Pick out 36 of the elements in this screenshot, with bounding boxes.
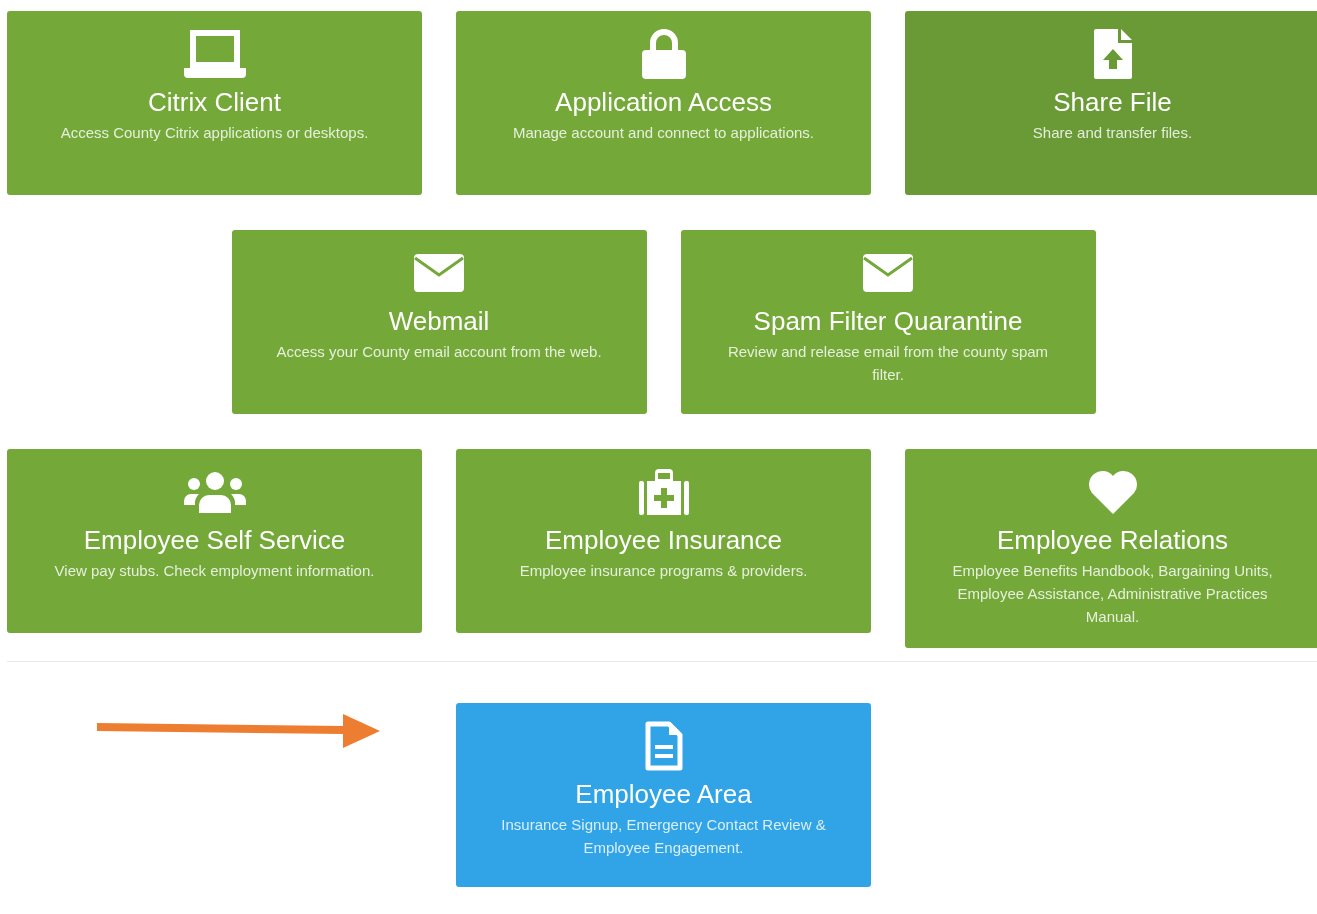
app-tile[interactable]: Employee Self Service View pay stubs. Check employment information. — [7, 449, 422, 633]
tile-description: Access County Citrix applications or desktops. — [60, 123, 369, 143]
tile-description: Review and release email from the county spam filter. — [726, 342, 1050, 385]
tile-title: Employee Area — [575, 778, 752, 810]
tile-description: Employee insurance programs & providers. — [519, 561, 808, 581]
app-tile[interactable]: Employee Insurance Employee insurance programs & providers. — [456, 449, 871, 633]
app-tile[interactable]: Application Access Manage account and connect to applications. — [456, 11, 871, 195]
app-tile[interactable]: Citrix Client Access County Citrix applications or desktops. — [7, 11, 422, 195]
lock-icon — [641, 29, 686, 79]
users-icon — [183, 471, 246, 513]
tile-description: Share and transfer files. — [1032, 123, 1193, 143]
tile-description: Insurance Signup, Emergency Contact Review & Employee Engagement. — [500, 815, 827, 858]
tile-description: View pay stubs. Check employment information. — [54, 561, 375, 581]
tile-description: Employee Benefits Handbook, Bargaining Units, Employee Assistance, Administrative Practices Manual. — [951, 561, 1274, 627]
tile-title: Application Access — [555, 86, 772, 118]
document-icon — [644, 721, 683, 771]
envelope-icon — [414, 254, 464, 292]
laptop-icon — [183, 29, 246, 79]
heart-icon — [1087, 470, 1138, 514]
tile-description: Access your County email account from the web. — [276, 342, 602, 362]
file-upload-icon — [1093, 29, 1132, 79]
app-tile[interactable]: Spam Filter Quarantine Review and release email from the county spam filter. — [680, 230, 1096, 414]
app-tile[interactable]: Share File Share and transfer files. — [905, 11, 1317, 195]
tile-title: Employee Relations — [996, 524, 1229, 556]
app-tile[interactable]: Webmail Access your County email account from the web. — [231, 230, 647, 414]
app-tile[interactable]: Employee Area Insurance Signup, Emergency Contact Review & Employee Engagement. — [456, 703, 871, 887]
app-tile[interactable]: Employee Relations Employee Benefits Handbook, Bargaining Units, Employee Assistance, Administrative Practices Manual. — [905, 449, 1317, 648]
tile-title: Spam Filter Quarantine — [753, 305, 1023, 337]
tile-description: Manage account and connect to applications. — [512, 123, 814, 143]
tile-title: Webmail — [388, 305, 490, 337]
tile-title: Share File — [1053, 86, 1172, 118]
tile-title: Employee Self Service — [83, 524, 346, 556]
envelope-icon — [863, 254, 913, 292]
medkit-icon — [638, 469, 689, 515]
tile-title: Citrix Client — [148, 86, 281, 118]
tile-title: Employee Insurance — [545, 524, 782, 556]
